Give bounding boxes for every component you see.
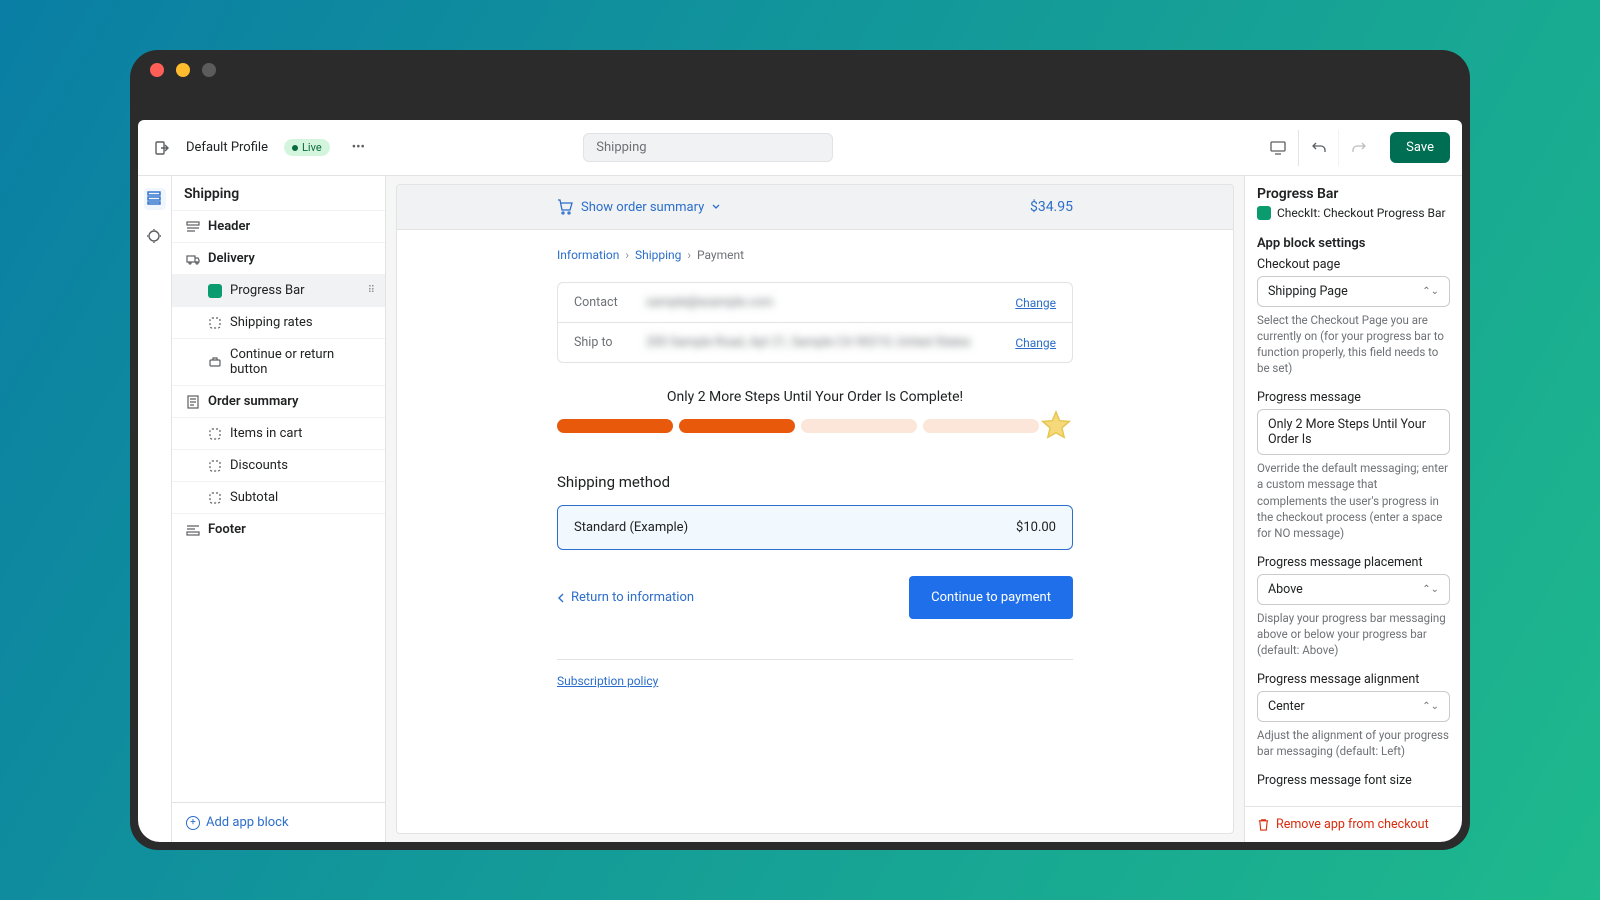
app-icon	[208, 284, 222, 298]
change-shipto-link[interactable]: Change	[1015, 336, 1056, 350]
sidebar-item-header[interactable]: Header	[172, 210, 385, 242]
inspector-section-heading: App block settings	[1257, 236, 1450, 251]
order-total: $34.95	[1030, 199, 1073, 215]
minimize-window-icon[interactable]	[176, 63, 190, 77]
profile-name: Default Profile	[186, 140, 268, 155]
crumb-shipping[interactable]: Shipping	[635, 248, 681, 262]
sidebar-item-items-in-cart[interactable]: Items in cart	[172, 417, 385, 449]
progress-segment	[679, 419, 795, 433]
placement-select[interactable]: Above⌃⌄	[1257, 574, 1450, 605]
remove-app-button[interactable]: Remove app from checkout	[1245, 806, 1462, 842]
sidebar-item-subtotal[interactable]: Subtotal	[172, 481, 385, 513]
app-window: Default Profile Live ••• Shipping Save S…	[130, 50, 1470, 850]
section-icon	[186, 523, 200, 537]
live-badge: Live	[284, 139, 330, 156]
sidebar-item-shipping-rates[interactable]: Shipping rates	[172, 306, 385, 338]
preview-canvas: Show order summary $34.95 Information›Sh…	[386, 176, 1244, 842]
shipto-label: Ship to	[574, 335, 646, 350]
shipto-value: 200 Sample Road, Apt 21, Sample CA 90210…	[646, 335, 1015, 350]
block-icon	[208, 316, 222, 330]
subscription-policy-link[interactable]: Subscription policy	[557, 659, 1073, 688]
contact-shipping-box: Contact sample@example.com Change Ship t…	[557, 282, 1073, 363]
progress-segment	[557, 419, 673, 433]
maximize-window-icon[interactable]	[202, 63, 216, 77]
sidebar-item-discounts[interactable]: Discounts	[172, 449, 385, 481]
shipping-method-heading: Shipping method	[557, 473, 1073, 491]
block-icon	[208, 427, 222, 441]
alignment-select[interactable]: Center⌃⌄	[1257, 691, 1450, 722]
sidebar-item-delivery[interactable]: Delivery	[172, 242, 385, 274]
inspector-panel: Progress Bar CheckIt: Checkout Progress …	[1244, 176, 1462, 842]
block-icon	[208, 459, 222, 473]
sidebar-item-order-summary[interactable]: Order summary	[172, 385, 385, 417]
checkout-page-select[interactable]: Shipping Page⌃⌄	[1257, 276, 1450, 307]
crumb-payment: Payment	[697, 248, 744, 262]
chevron-updown-icon: ⌃⌄	[1422, 584, 1439, 595]
drag-handle-icon[interactable]: ⠿	[368, 285, 373, 296]
sidebar-item-footer[interactable]: Footer	[172, 513, 385, 545]
titlebar	[130, 50, 1470, 90]
preview-page: Show order summary $34.95 Information›Sh…	[396, 184, 1234, 834]
chevron-updown-icon: ⌃⌄	[1422, 286, 1439, 297]
progress-bar	[557, 419, 1073, 443]
progress-segment	[801, 419, 917, 433]
return-link[interactable]: Return to information	[557, 590, 694, 605]
redo-icon[interactable]	[1338, 130, 1378, 166]
chevron-left-icon	[557, 593, 565, 603]
plus-icon: +	[186, 816, 200, 830]
change-contact-link[interactable]: Change	[1015, 296, 1056, 310]
section-icon	[186, 252, 200, 266]
continue-button[interactable]: Continue to payment	[909, 576, 1073, 619]
progress-message-input[interactable]: Only 2 More Steps Until Your Order Is	[1257, 409, 1450, 455]
block-icon	[208, 491, 222, 505]
close-window-icon[interactable]	[150, 63, 164, 77]
sidebar: Shipping HeaderDeliveryProgress Bar⠿Ship…	[172, 176, 386, 842]
page-selector[interactable]: Shipping	[583, 133, 833, 162]
section-icon	[186, 395, 200, 409]
contact-value: sample@example.com	[646, 295, 1015, 310]
add-app-block-button[interactable]: + Add app block	[172, 802, 385, 842]
order-summary-bar[interactable]: Show order summary $34.95	[397, 185, 1233, 230]
sidebar-item-continue-or-return-button[interactable]: Continue or return button	[172, 338, 385, 385]
shipping-method-option[interactable]: Standard (Example) $10.00	[557, 505, 1073, 550]
nav-rail	[138, 176, 172, 842]
inspector-app-name: CheckIt: Checkout Progress Bar	[1257, 206, 1450, 220]
save-button[interactable]: Save	[1390, 132, 1450, 163]
viewport-icon[interactable]	[1258, 130, 1298, 166]
undo-icon[interactable]	[1298, 130, 1338, 166]
inspector-title: Progress Bar	[1257, 186, 1450, 202]
sections-tab-icon[interactable]	[144, 188, 166, 210]
topbar: Default Profile Live ••• Shipping Save	[138, 120, 1462, 176]
progress-segment	[923, 419, 1039, 433]
block-icon	[208, 355, 222, 369]
breadcrumb: Information›Shipping›Payment	[557, 248, 1073, 262]
chevron-down-icon	[712, 203, 720, 211]
exit-editor-icon[interactable]	[150, 140, 174, 156]
sidebar-title: Shipping	[172, 176, 385, 210]
crumb-information[interactable]: Information	[557, 248, 619, 262]
app-icon	[1257, 206, 1271, 220]
progress-message: Only 2 More Steps Until Your Order Is Co…	[557, 389, 1073, 405]
chevron-updown-icon: ⌃⌄	[1422, 701, 1439, 712]
star-icon	[1039, 409, 1073, 443]
section-icon	[186, 220, 200, 234]
sidebar-item-progress-bar[interactable]: Progress Bar⠿	[172, 274, 385, 306]
settings-tab-icon[interactable]	[146, 228, 164, 246]
trash-icon	[1257, 818, 1270, 831]
cart-icon	[557, 199, 573, 215]
more-menu-icon[interactable]: •••	[352, 140, 365, 155]
app-chrome: Default Profile Live ••• Shipping Save S…	[138, 120, 1462, 842]
contact-label: Contact	[574, 295, 646, 310]
